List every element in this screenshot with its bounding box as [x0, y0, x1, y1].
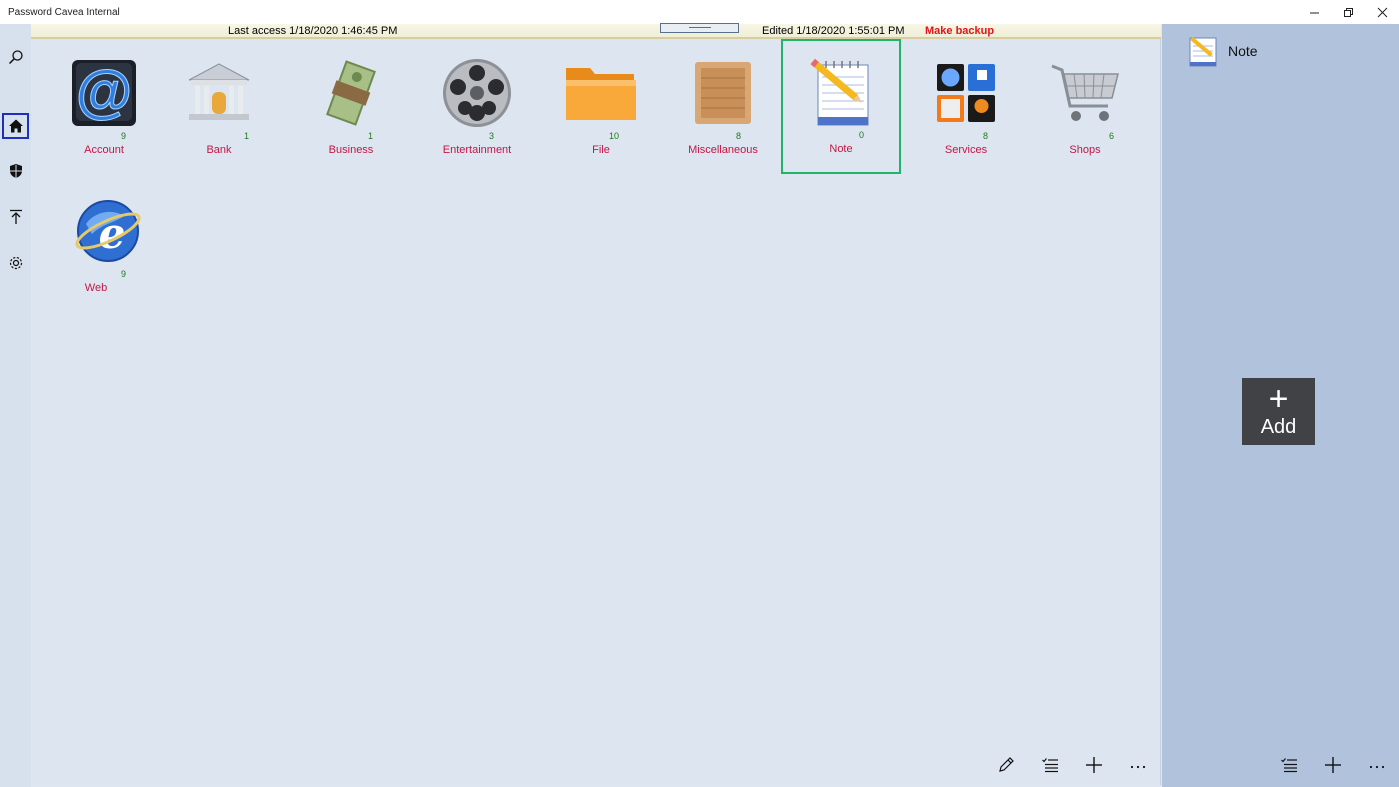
detail-command-bar [1267, 745, 1399, 785]
home-button[interactable] [2, 113, 29, 139]
make-backup-link[interactable]: Make backup [925, 25, 994, 37]
category-tile-services[interactable]: 8 Services [906, 40, 1026, 174]
category-tile-bank[interactable]: 1 Bank [159, 40, 279, 174]
category-tile-note[interactable]: 0 Note [781, 39, 901, 174]
category-tile-file[interactable]: 10 File [541, 40, 661, 174]
detail-pane: Note + Add [1162, 24, 1399, 787]
film-reel-icon [417, 56, 537, 130]
more-icon [1130, 765, 1146, 769]
category-tile-miscellaneous[interactable]: 8 Miscellaneous [663, 40, 783, 174]
gear-icon [9, 256, 22, 270]
bank-icon [159, 56, 279, 130]
pencil-icon [999, 757, 1014, 772]
category-label: Web [84, 282, 108, 294]
category-label: Miscellaneous [688, 144, 758, 156]
minimize-icon [1309, 12, 1319, 13]
upload-icon [9, 209, 22, 224]
close-button[interactable] [1365, 0, 1399, 24]
search-button[interactable] [2, 44, 29, 70]
select-list-button[interactable] [1267, 745, 1311, 785]
drag-handle[interactable] [660, 23, 739, 33]
add-button[interactable] [1072, 745, 1116, 785]
home-icon [8, 119, 23, 133]
restore-icon [1343, 7, 1353, 17]
category-count: 8 [983, 131, 989, 141]
plus-icon: + [1268, 380, 1289, 418]
category-label: Note [829, 143, 853, 155]
select-list-button[interactable] [1028, 745, 1072, 785]
category-count: 0 [859, 130, 865, 140]
utilities-icon [906, 56, 1026, 130]
crate-icon [663, 56, 783, 130]
category-label: Services [944, 144, 988, 156]
edit-button[interactable] [984, 745, 1028, 785]
plus-icon [1325, 757, 1341, 773]
checklist-icon [1042, 758, 1058, 773]
category-tile-account[interactable]: @ 9 Account [44, 40, 164, 174]
add-entry-label: Add [1260, 416, 1297, 438]
detail-header: Note [1186, 34, 1258, 68]
notepad-icon [783, 55, 899, 129]
category-tile-web[interactable]: e 9 Web [36, 178, 156, 312]
window-title: Password Cavea Internal [8, 6, 120, 18]
security-button[interactable] [2, 158, 29, 184]
category-count: 3 [489, 131, 495, 141]
money-icon [291, 56, 411, 130]
restore-button[interactable] [1331, 0, 1365, 24]
add-button[interactable] [1311, 745, 1355, 785]
svg-text:@: @ [76, 59, 133, 124]
edited-text: Edited 1/18/2020 1:55:01 PM [762, 25, 905, 37]
category-tile-business[interactable]: 1 Business [291, 40, 411, 174]
at-sign-icon: @ [44, 56, 164, 130]
category-count: 9 [121, 269, 127, 279]
category-tile-shops[interactable]: 6 Shops [1025, 40, 1145, 174]
more-icon [1369, 765, 1385, 769]
plus-icon [1086, 757, 1102, 773]
last-access-text: Last access 1/18/2020 1:46:45 PM [228, 25, 398, 37]
category-count: 10 [609, 131, 620, 141]
category-label: File [592, 144, 610, 156]
category-area: Last access 1/18/2020 1:46:45 PM Edited … [31, 23, 1161, 785]
category-tile-entertainment[interactable]: 3 Entertainment [417, 40, 537, 174]
nav-rail [0, 24, 31, 787]
category-count: 9 [121, 131, 127, 141]
category-count: 1 [244, 131, 250, 141]
settings-button[interactable] [2, 250, 29, 276]
more-button[interactable] [1116, 745, 1160, 785]
category-count: 8 [736, 131, 742, 141]
add-entry-button[interactable]: + Add [1242, 378, 1315, 445]
category-label: Account [84, 144, 124, 156]
shield-icon [9, 164, 22, 178]
info-bar: Last access 1/18/2020 1:46:45 PM Edited … [31, 23, 1161, 39]
more-button[interactable] [1355, 745, 1399, 785]
category-label: Shops [1069, 144, 1101, 156]
checklist-icon [1281, 758, 1297, 773]
search-icon [8, 50, 23, 65]
title-bar: Password Cavea Internal [0, 0, 1399, 24]
category-count: 1 [368, 131, 374, 141]
detail-title: Note [1228, 43, 1258, 59]
folder-icon [541, 56, 661, 130]
close-icon [1377, 7, 1387, 17]
main-command-bar [984, 745, 1160, 785]
category-label: Bank [206, 144, 232, 156]
upload-button[interactable] [2, 204, 29, 230]
category-label: Entertainment [442, 144, 512, 156]
globe-icon: e [36, 194, 156, 268]
category-count: 6 [1109, 131, 1115, 141]
shopping-cart-icon [1025, 56, 1145, 130]
category-label: Business [328, 144, 374, 156]
notepad-icon [1189, 36, 1217, 67]
minimize-button[interactable] [1297, 0, 1331, 24]
